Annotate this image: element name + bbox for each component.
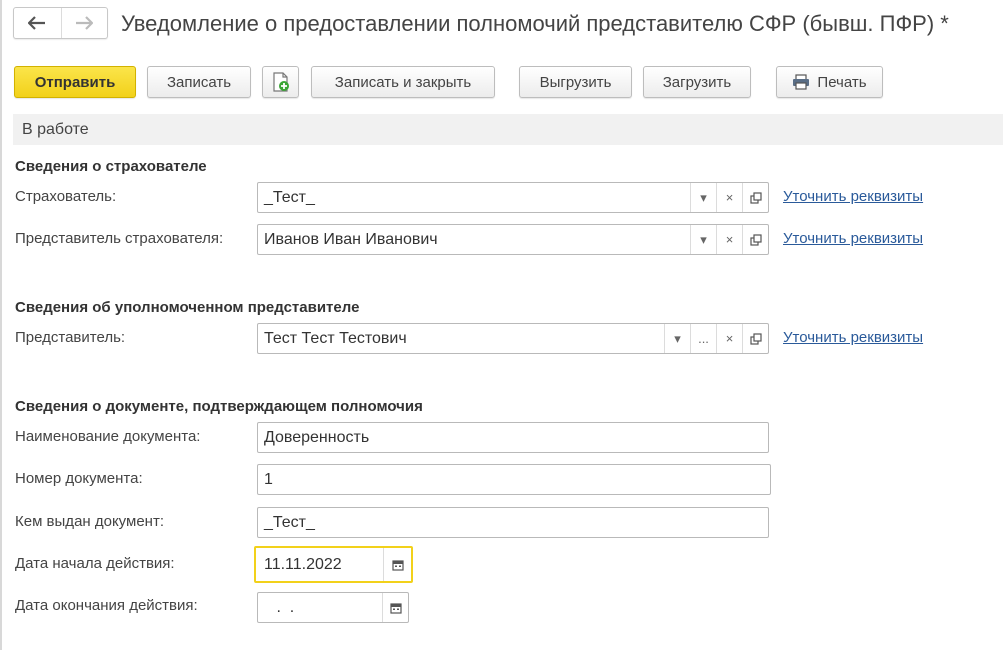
start-date-value: 11.11.2022 — [264, 555, 342, 573]
open-window-icon — [749, 332, 762, 345]
insurer-rep-dropdown-button[interactable]: ▾ — [690, 225, 716, 254]
save-button[interactable]: Записать — [147, 66, 251, 98]
insurer-dropdown-button[interactable]: ▾ — [690, 183, 716, 212]
doc-name-label: Наименование документа: — [15, 428, 201, 445]
insurer-rep-label: Представитель страхователя: — [15, 230, 224, 247]
triangle-down-icon: ▾ — [700, 189, 707, 205]
rep-field[interactable]: Тест Тест Тестович ▾ ... × — [257, 323, 769, 354]
issued-by-field[interactable]: _Тест_ — [257, 507, 769, 538]
insurer-rep-specify-link[interactable]: Уточнить реквизиты — [783, 230, 923, 247]
insurer-label: Страхователь: — [15, 188, 117, 205]
doc-number-label: Номер документа: — [15, 470, 143, 487]
end-date-field[interactable]: . . — [257, 592, 409, 623]
insurer-specify-link[interactable]: Уточнить реквизиты — [783, 188, 923, 205]
calendar-icon — [391, 559, 404, 571]
triangle-down-icon: ▾ — [674, 330, 681, 346]
open-window-icon — [749, 233, 762, 246]
issued-by-value: _Тест_ — [264, 513, 315, 531]
start-date-label: Дата начала действия: — [15, 555, 175, 572]
status-bar: В работе — [13, 114, 1003, 145]
end-date-label: Дата окончания действия: — [15, 597, 198, 614]
calendar-icon — [389, 602, 402, 614]
printer-icon — [792, 74, 810, 90]
add-document-icon — [272, 72, 289, 92]
rep-open-button[interactable] — [742, 324, 768, 353]
doc-name-value: Доверенность — [264, 428, 370, 446]
rep-section-heading: Сведения об уполномоченном представителе — [15, 299, 360, 316]
window-title: Уведомление о предоставлении полномочий … — [121, 11, 949, 36]
back-button[interactable] — [14, 8, 61, 38]
arrow-left-icon — [28, 16, 46, 30]
insurer-rep-field[interactable]: Иванов Иван Иванович ▾ × — [257, 224, 769, 255]
rep-specify-link[interactable]: Уточнить реквизиты — [783, 329, 923, 346]
send-button[interactable]: Отправить — [14, 66, 136, 98]
forward-button[interactable] — [60, 8, 108, 38]
doc-number-field[interactable]: 1 — [257, 464, 771, 495]
end-date-value: . . — [272, 598, 295, 616]
end-date-calendar-button[interactable] — [382, 593, 408, 622]
new-document-button[interactable] — [262, 66, 299, 98]
insurer-open-button[interactable] — [742, 183, 768, 212]
export-button[interactable]: Выгрузить — [519, 66, 632, 98]
insurer-field[interactable]: _Тест_ ▾ × — [257, 182, 769, 213]
start-date-calendar-button[interactable] — [383, 548, 411, 581]
x-icon: × — [725, 331, 734, 346]
insurer-section-heading: Сведения о страхователе — [15, 158, 207, 175]
rep-select-button[interactable]: ... — [690, 324, 716, 353]
insurer-rep-clear-button[interactable]: × — [716, 225, 742, 254]
import-button[interactable]: Загрузить — [643, 66, 751, 98]
doc-number-value: 1 — [264, 470, 273, 488]
doc-section-heading: Сведения о документе, подтверждающем пол… — [15, 398, 423, 415]
arrow-right-icon — [76, 16, 94, 30]
insurer-rep-value: Иванов Иван Иванович — [264, 230, 438, 248]
open-window-icon — [749, 191, 762, 204]
rep-value: Тест Тест Тестович — [264, 329, 407, 347]
triangle-down-icon: ▾ — [700, 231, 707, 247]
x-icon: × — [725, 190, 734, 205]
x-icon: × — [725, 232, 734, 247]
rep-label: Представитель: — [15, 329, 126, 346]
start-date-field[interactable]: 11.11.2022 — [254, 546, 413, 583]
save-and-close-button[interactable]: Записать и закрыть — [311, 66, 495, 98]
insurer-value: _Тест_ — [264, 188, 315, 206]
rep-clear-button[interactable]: × — [716, 324, 742, 353]
doc-name-field[interactable]: Доверенность — [257, 422, 769, 453]
nav-buttons — [13, 7, 108, 39]
print-button[interactable]: Печать — [776, 66, 883, 98]
insurer-rep-open-button[interactable] — [742, 225, 768, 254]
page-left-border — [0, 0, 2, 650]
print-label: Печать — [817, 73, 867, 91]
issued-by-label: Кем выдан документ: — [15, 513, 164, 530]
insurer-clear-button[interactable]: × — [716, 183, 742, 212]
rep-dropdown-button[interactable]: ▾ — [664, 324, 690, 353]
